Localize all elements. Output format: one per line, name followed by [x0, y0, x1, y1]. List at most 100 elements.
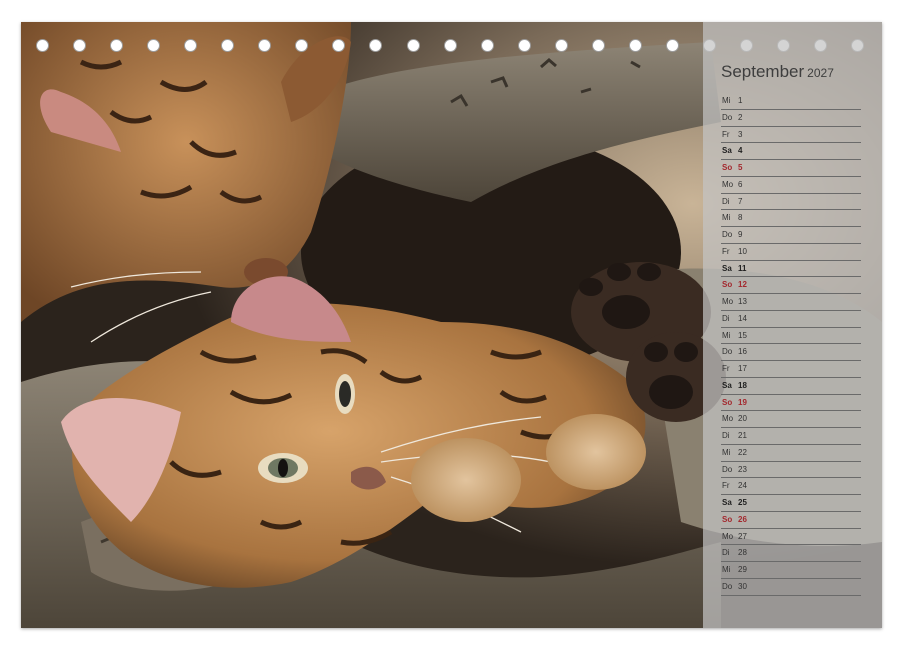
weekday-abbrev: So: [722, 514, 733, 524]
weekday-abbrev: Di: [722, 196, 730, 206]
day-list: Mi 1 Do 2 Fr 3 Sa 4 So 5 Mo 6 Di 7 Mi 8 Do 9 Fr 10 Sa 11 So 12 M…: [721, 93, 861, 596]
weekday-abbrev: Fr: [722, 364, 730, 373]
day-row: So 19: [721, 395, 861, 412]
binding-ring: [221, 39, 235, 52]
day-number: 24: [738, 481, 747, 491]
day-row: Di 28: [721, 545, 861, 562]
calendar-page: September 2027 Mi 1 Do 2 Fr 3 Sa 4 So 5 Mo 6 Di 7 Mi 8 Do…: [21, 22, 882, 628]
day-row: Mo 20: [721, 411, 861, 428]
day-row: Mi 29: [721, 562, 861, 579]
weekday-abbrev: Mi: [722, 213, 731, 223]
day-row: Di 21: [721, 428, 861, 445]
day-number: 1: [738, 96, 743, 105]
weekday-abbrev: Fr: [722, 246, 730, 256]
day-row: Sa 25: [721, 495, 861, 512]
day-number: 6: [738, 179, 743, 189]
day-number: 22: [738, 447, 747, 457]
day-row: Fr 3: [721, 127, 861, 144]
day-row: Mo 13: [721, 294, 861, 311]
day-number: 4: [738, 146, 743, 156]
day-row: Do 30: [721, 579, 861, 596]
day-number: 27: [738, 531, 747, 541]
day-row: Do 9: [721, 227, 861, 244]
day-row: So 12: [721, 277, 861, 294]
day-number: 15: [738, 330, 747, 340]
binding-ring: [591, 39, 605, 52]
day-row: Mi 1: [721, 93, 861, 110]
day-number: 21: [738, 431, 747, 440]
weekday-abbrev: Mo: [722, 531, 734, 541]
day-number: 11: [738, 263, 747, 273]
weekday-abbrev: Do: [722, 581, 733, 591]
day-number: 16: [738, 347, 747, 357]
weekday-abbrev: So: [722, 397, 733, 407]
weekday-abbrev: Do: [722, 230, 733, 239]
weekday-abbrev: So: [722, 163, 733, 172]
day-row: So 26: [721, 512, 861, 529]
binding-ring: [73, 39, 87, 52]
binding-ring: [665, 39, 679, 52]
weekday-abbrev: Sa: [722, 498, 732, 507]
day-number: 29: [738, 565, 747, 574]
weekday-abbrev: Do: [722, 112, 733, 122]
weekday-abbrev: Di: [722, 313, 730, 323]
day-row: Do 23: [721, 462, 861, 479]
day-number: 30: [738, 581, 747, 591]
day-row: Mi 8: [721, 210, 861, 227]
weekday-abbrev: Fr: [722, 129, 730, 139]
weekday-abbrev: Mi: [722, 565, 731, 574]
day-number: 25: [738, 498, 747, 507]
day-row: Mi 15: [721, 328, 861, 345]
day-row: Sa 11: [721, 261, 861, 278]
weekday-abbrev: Di: [722, 548, 730, 558]
binding-ring: [258, 39, 272, 52]
day-number: 23: [738, 464, 747, 474]
binding-ring: [147, 39, 161, 52]
day-number: 20: [738, 414, 747, 424]
weekday-abbrev: Mi: [722, 330, 731, 340]
weekday-abbrev: Sa: [722, 146, 732, 156]
binding-ring: [628, 39, 642, 52]
day-number: 7: [738, 196, 743, 206]
day-row: Di 14: [721, 311, 861, 328]
day-row: So 5: [721, 160, 861, 177]
day-number: 9: [738, 230, 743, 239]
day-row: Mo 6: [721, 177, 861, 194]
weekday-abbrev: Do: [722, 464, 733, 474]
day-row: Do 16: [721, 344, 861, 361]
weekday-abbrev: Mo: [722, 414, 734, 424]
day-row: Fr 17: [721, 361, 861, 378]
day-number: 5: [738, 163, 743, 172]
day-number: 13: [738, 297, 747, 306]
binding-ring: [295, 39, 309, 52]
weekday-abbrev: Di: [722, 431, 730, 440]
day-number: 26: [738, 514, 747, 524]
day-row: Fr 10: [721, 244, 861, 261]
day-number: 17: [738, 364, 747, 373]
month-heading: September 2027: [721, 62, 871, 82]
day-number: 28: [738, 548, 747, 558]
day-row: Do 2: [721, 110, 861, 127]
month-name: September: [721, 62, 805, 81]
weekday-abbrev: Fr: [722, 481, 730, 491]
weekday-abbrev: Do: [722, 347, 733, 357]
weekday-abbrev: Sa: [722, 263, 732, 273]
binding-ring: [517, 39, 531, 52]
binding-ring: [332, 39, 346, 52]
weekday-abbrev: Sa: [722, 380, 732, 390]
weekday-abbrev: Mi: [722, 447, 731, 457]
day-number: 3: [738, 129, 743, 139]
day-row: Mi 22: [721, 445, 861, 462]
day-number: 8: [738, 213, 743, 223]
day-row: Mo 27: [721, 529, 861, 546]
binding-ring: [554, 39, 568, 52]
binding-ring: [443, 39, 457, 52]
binding-ring: [406, 39, 420, 52]
day-number: 12: [738, 280, 747, 290]
day-row: Di 7: [721, 194, 861, 211]
day-number: 10: [738, 246, 747, 256]
weekday-abbrev: Mo: [722, 297, 734, 306]
weekday-abbrev: So: [722, 280, 733, 290]
day-row: Fr 24: [721, 478, 861, 495]
binding-ring: [110, 39, 124, 52]
